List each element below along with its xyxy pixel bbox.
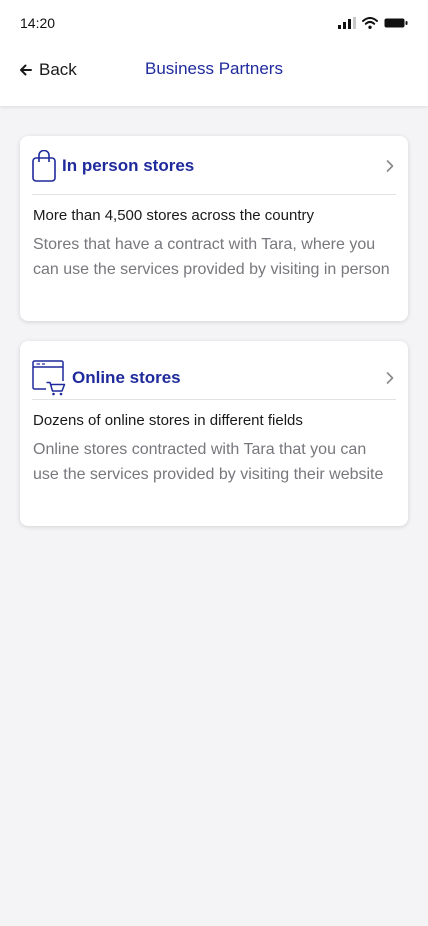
app-header: 14:20 Back Business Partners [0, 0, 428, 106]
card-subtitle: Dozens of online stores in different fie… [33, 412, 303, 429]
card-description: Stores that have a contract with Tara, w… [33, 236, 390, 278]
shopping-bag-icon [32, 150, 56, 182]
card-divider [32, 194, 396, 195]
online-stores-card[interactable]: Online stores Dozens of online stores in… [20, 341, 408, 526]
card-header: Online stores [32, 359, 396, 397]
status-icons [338, 15, 408, 31]
in-person-stores-card[interactable]: In person stores More than 4,500 stores … [20, 136, 408, 321]
cellular-signal-icon [338, 17, 356, 29]
chevron-right-icon [386, 372, 394, 384]
chevron-right-icon [386, 160, 394, 172]
page-title: Business Partners [145, 59, 283, 78]
wifi-icon [362, 17, 378, 29]
card-header: In person stores [32, 150, 396, 182]
card-subtitle: More than 4,500 stores across the countr… [33, 207, 314, 224]
card-title: In person stores [62, 156, 195, 175]
card-divider [32, 399, 396, 400]
browser-cart-icon [32, 360, 66, 396]
battery-icon [384, 18, 408, 28]
status-time: 14:20 [20, 15, 56, 31]
card-title: Online stores [72, 368, 181, 387]
card-description: Online stores contracted with Tara that … [33, 441, 384, 483]
